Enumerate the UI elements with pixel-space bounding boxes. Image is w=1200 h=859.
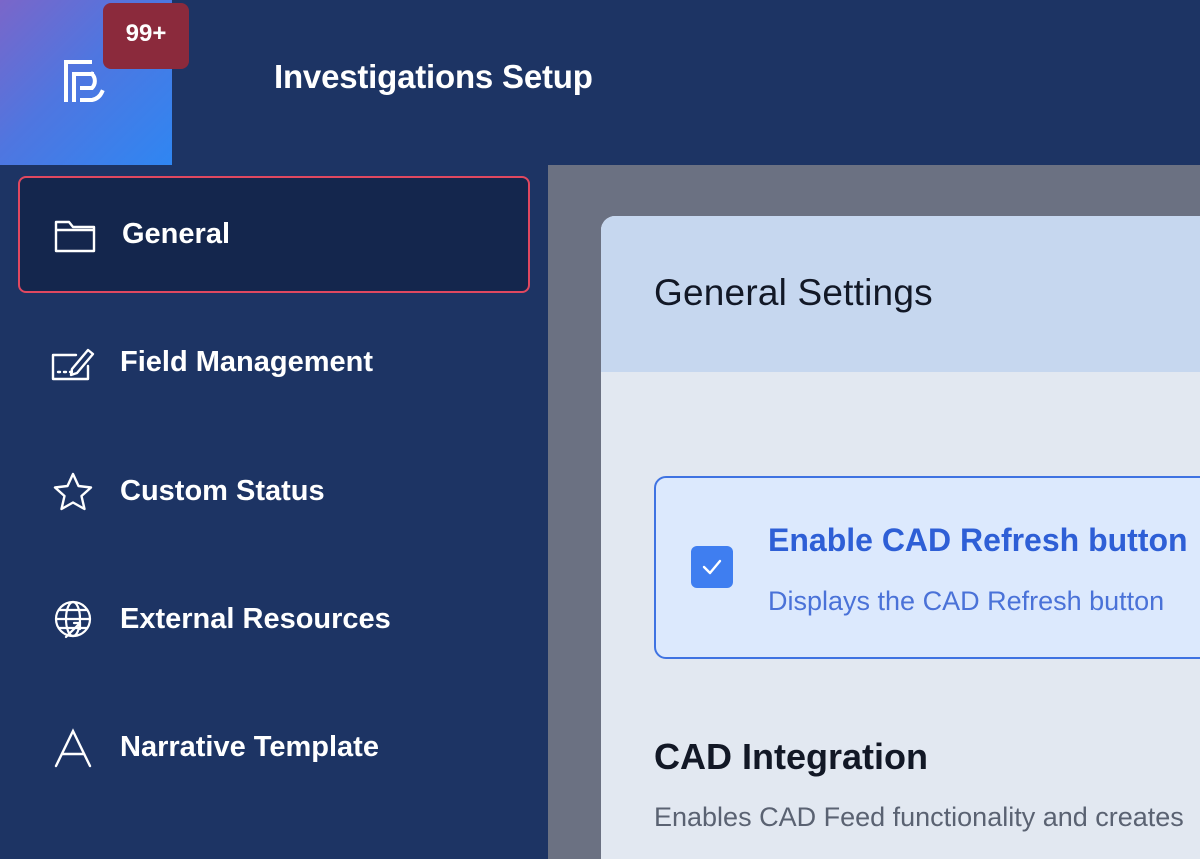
notification-badge[interactable]: 99+ bbox=[103, 3, 189, 69]
letter-a-icon bbox=[54, 727, 92, 767]
sidebar-item-label: Field Management bbox=[120, 346, 373, 378]
cad-refresh-option[interactable]: Enable CAD Refresh button Displays the C… bbox=[654, 476, 1200, 659]
sidebar-item-label: Custom Status bbox=[120, 475, 325, 507]
section-description: Enables CAD Feed functionality and creat… bbox=[654, 802, 1184, 832]
sidebar-item-label: External Resources bbox=[120, 603, 391, 635]
general-settings-card: General Settings Enable CAD Refresh butt… bbox=[601, 216, 1200, 859]
checkmark-icon bbox=[702, 559, 722, 575]
cad-refresh-checkbox[interactable] bbox=[691, 546, 733, 588]
sidebar-item-custom-status[interactable]: Custom Status bbox=[18, 433, 530, 550]
form-edit-icon bbox=[51, 348, 95, 380]
card-title: General Settings bbox=[654, 272, 933, 313]
option-description: Displays the CAD Refresh button bbox=[768, 586, 1165, 616]
folder-icon bbox=[54, 220, 96, 252]
page-title: Investigations Setup bbox=[274, 58, 593, 95]
globe-link-icon bbox=[54, 600, 92, 638]
top-bar: 99+ Investigations Setup bbox=[0, 0, 1200, 165]
option-title[interactable]: Enable CAD Refresh button bbox=[768, 522, 1188, 559]
sidebar-item-field-management[interactable]: Field Management bbox=[18, 304, 530, 421]
card-header: General Settings bbox=[601, 216, 1200, 372]
sidebar-item-label: General bbox=[122, 218, 230, 250]
star-icon bbox=[53, 472, 93, 510]
sidebar-item-general[interactable]: General bbox=[18, 176, 530, 293]
section-title: CAD Integration bbox=[654, 736, 928, 777]
sidebar-item-narrative-template[interactable]: Narrative Template bbox=[18, 689, 530, 806]
sidebar: General Field Management Custom Status E… bbox=[0, 165, 548, 859]
sidebar-item-external-resources[interactable]: External Resources bbox=[18, 561, 530, 678]
sidebar-item-label: Narrative Template bbox=[120, 731, 379, 763]
